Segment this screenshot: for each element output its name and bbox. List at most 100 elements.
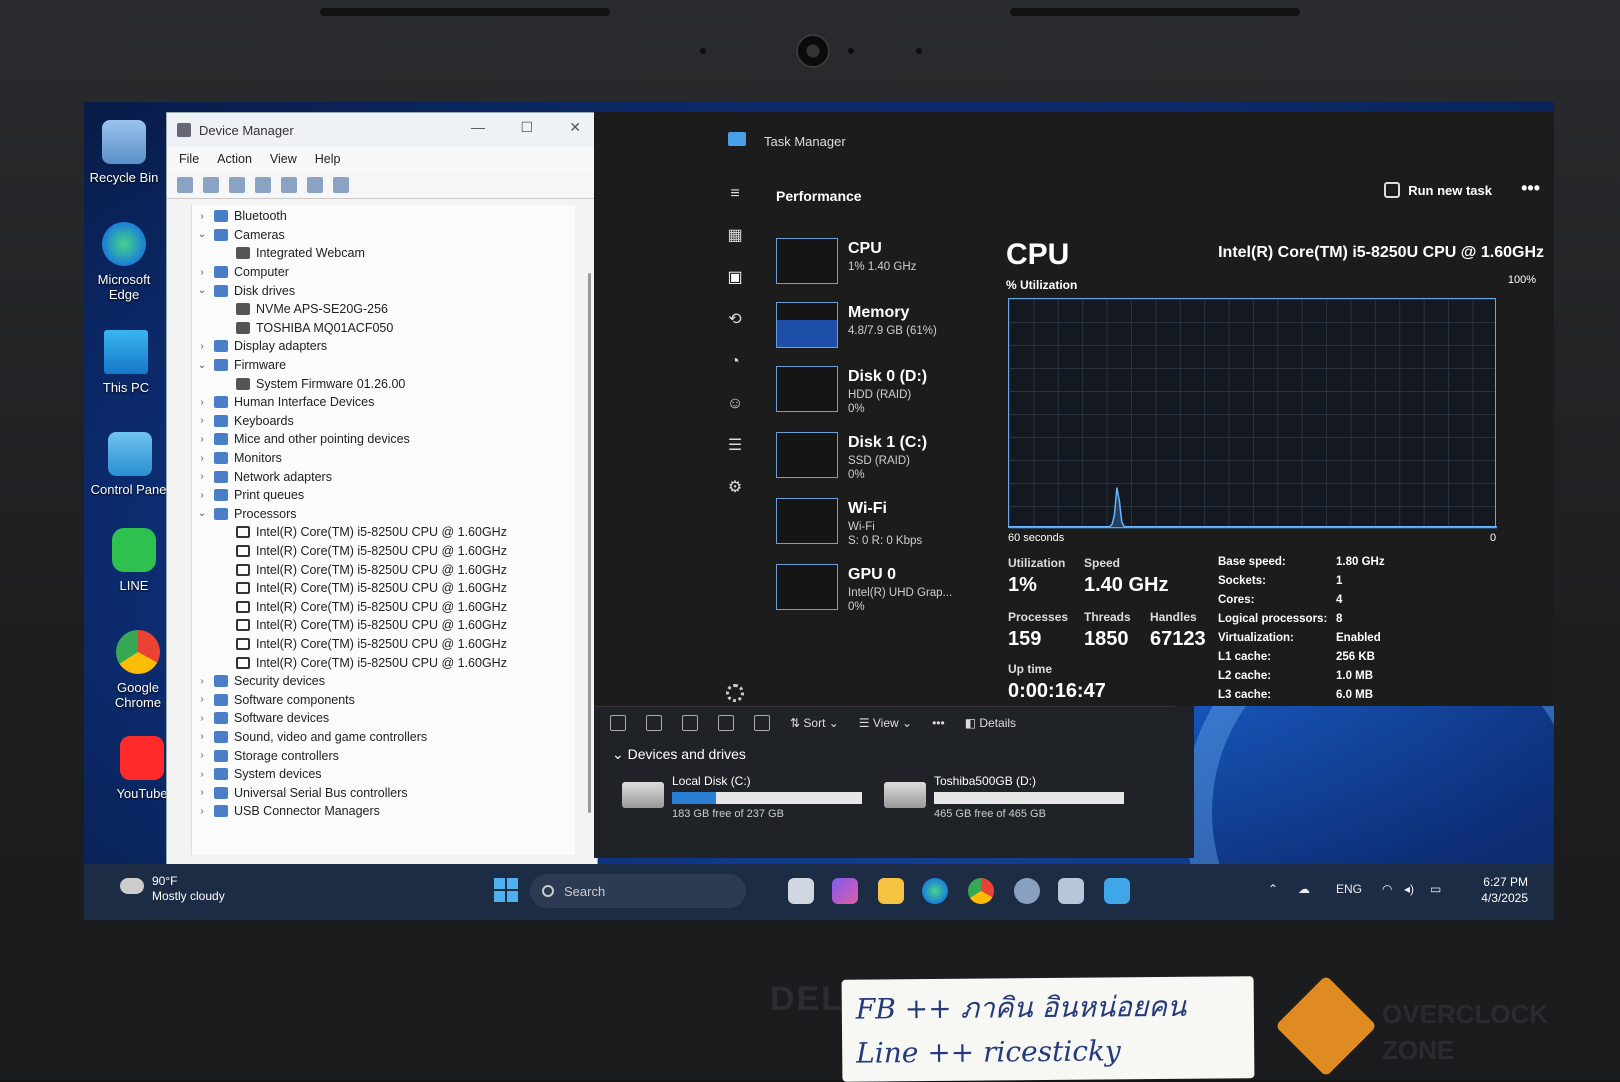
chevron-right-icon[interactable]: › [196, 676, 208, 687]
tree-category-item[interactable]: › Computer [192, 263, 575, 282]
chevron-right-icon[interactable]: › [196, 341, 208, 352]
more-button[interactable]: ••• [932, 716, 945, 730]
settings-icon[interactable] [1014, 878, 1040, 904]
tree-category-item[interactable]: ⌄ Disk drives [192, 281, 575, 300]
delete-icon[interactable] [754, 714, 770, 731]
tree-category-item[interactable]: › Universal Serial Bus controllers [192, 783, 575, 802]
settings-icon[interactable] [726, 684, 744, 702]
chevron-right-icon[interactable]: › [196, 267, 208, 278]
chevron-down-icon[interactable]: ⌄ [196, 285, 208, 296]
drive-d[interactable]: Toshiba500GB (D:) 465 GB free of 465 GB [884, 774, 1134, 822]
desktop-icon-this-pc[interactable]: This PC [86, 330, 166, 395]
chevron-right-icon[interactable]: › [196, 694, 208, 705]
tree-device-item[interactable]: Intel(R) Core(TM) i5-8250U CPU @ 1.60GHz [192, 635, 575, 654]
services-icon[interactable]: ⚙ [726, 480, 744, 496]
search-box[interactable]: Search [530, 874, 746, 908]
tree-device-item[interactable]: Intel(R) Core(TM) i5-8250U CPU @ 1.60GHz [192, 542, 575, 561]
tree-category-item[interactable]: › Security devices [192, 672, 575, 691]
tree-device-item[interactable]: TOSHIBA MQ01ACF050 [192, 319, 575, 338]
view-icon[interactable] [281, 176, 297, 193]
drive-c[interactable]: Local Disk (C:) 183 GB free of 237 GB [622, 774, 872, 822]
properties-icon[interactable] [229, 176, 245, 193]
resource-memory[interactable]: Memory 4.8/7.9 GB (61%) [776, 302, 986, 362]
hamburger-icon[interactable]: ≡ [726, 186, 744, 202]
chrome-icon[interactable] [968, 878, 994, 904]
weather-widget[interactable]: 90°F Mostly cloudy [120, 874, 225, 904]
onedrive-icon[interactable]: ☁ [1298, 882, 1310, 896]
chevron-right-icon[interactable]: › [196, 415, 208, 426]
tree-category-item[interactable]: › Human Interface Devices [192, 393, 575, 412]
minimize-icon[interactable]: — [471, 119, 485, 135]
forward-arrow-icon[interactable] [203, 176, 219, 193]
file-explorer-icon[interactable] [878, 878, 904, 904]
menu-file[interactable]: File [179, 152, 199, 166]
chevron-down-icon[interactable]: ⌄ [196, 508, 208, 519]
tree-device-item[interactable]: Intel(R) Core(TM) i5-8250U CPU @ 1.60GHz [192, 579, 575, 598]
resource-gpu[interactable]: GPU 0 Intel(R) UHD Grap... 0% [776, 564, 986, 624]
device-manager-icon[interactable] [1058, 878, 1084, 904]
tree-category-item[interactable]: › Software devices [192, 709, 575, 728]
tree-device-item[interactable]: Intel(R) Core(TM) i5-8250U CPU @ 1.60GHz [192, 597, 575, 616]
cut-icon[interactable] [610, 714, 626, 731]
wifi-icon[interactable]: ◠ [1382, 882, 1392, 896]
menu-view[interactable]: View [270, 152, 297, 166]
tree-category-item[interactable]: › Monitors [192, 449, 575, 468]
share-icon[interactable] [718, 714, 734, 731]
desktop-icon-edge[interactable]: Microsoft Edge [84, 222, 164, 302]
performance-icon[interactable]: ▣ [726, 270, 744, 286]
run-new-task-button[interactable]: Run new task [1384, 182, 1492, 198]
help-icon[interactable] [255, 176, 271, 193]
language-indicator[interactable]: ENG [1336, 882, 1362, 896]
chevron-right-icon[interactable]: › [196, 490, 208, 501]
tree-category-item[interactable]: › Sound, video and game controllers [192, 728, 575, 747]
chevron-up-icon[interactable]: ⌃ [1268, 882, 1278, 896]
menu-help[interactable]: Help [315, 152, 341, 166]
back-arrow-icon[interactable] [177, 176, 193, 193]
app-history-icon[interactable]: ⟲ [726, 312, 744, 328]
tree-category-item[interactable]: › Bluetooth [192, 207, 575, 226]
chevron-right-icon[interactable]: › [196, 434, 208, 445]
chevron-right-icon[interactable]: › [196, 453, 208, 464]
copy-icon[interactable] [646, 714, 662, 731]
task-view-icon[interactable] [788, 878, 814, 904]
tree-category-item[interactable]: › Software components [192, 690, 575, 709]
tree-category-item[interactable]: › Keyboards [192, 412, 575, 431]
chevron-right-icon[interactable]: › [196, 769, 208, 780]
resource-disk-0[interactable]: Disk 0 (D:) HDD (RAID) 0% [776, 366, 986, 426]
desktop-icon-control-panel[interactable]: Control Panel [90, 432, 170, 497]
resource-wifi[interactable]: Wi-Fi Wi-Fi S: 0 R: 0 Kbps [776, 498, 986, 558]
monitor-icon[interactable] [333, 176, 349, 193]
resource-cpu[interactable]: CPU 1% 1.40 GHz [776, 238, 986, 298]
desktop-icon-line[interactable]: LINE [94, 528, 174, 593]
tree-device-item[interactable]: Intel(R) Core(TM) i5-8250U CPU @ 1.60GHz [192, 616, 575, 635]
resource-disk-1[interactable]: Disk 1 (C:) SSD (RAID) 0% [776, 432, 986, 492]
chevron-down-icon[interactable]: ⌄ [196, 360, 208, 371]
rename-icon[interactable] [682, 714, 698, 731]
chevron-down-icon[interactable]: ⌄ [196, 229, 208, 240]
tree-device-item[interactable]: NVMe APS-SE20G-256 [192, 300, 575, 319]
users-icon[interactable]: ☺ [726, 396, 744, 412]
tree-category-item[interactable]: › Display adapters [192, 337, 575, 356]
tree-category-item[interactable]: › System devices [192, 765, 575, 784]
chevron-right-icon[interactable]: › [196, 471, 208, 482]
chevron-right-icon[interactable]: › [196, 806, 208, 817]
desktop-icon-recycle-bin[interactable]: Recycle Bin [84, 120, 164, 185]
edge-icon[interactable] [922, 878, 948, 904]
tree-category-item[interactable]: ⌄ Cameras [192, 226, 575, 245]
view-button[interactable]: ☰ View ⌄ [859, 716, 912, 730]
chevron-right-icon[interactable]: › [196, 750, 208, 761]
tree-category-item[interactable]: › Storage controllers [192, 746, 575, 765]
section-header[interactable]: ⌄ Devices and drives [612, 746, 746, 763]
clock[interactable]: 6:27 PM 4/3/2025 [1481, 874, 1528, 906]
details-button[interactable]: ◧ Details [965, 716, 1016, 730]
battery-icon[interactable]: ▭ [1430, 882, 1441, 896]
chevron-right-icon[interactable]: › [196, 397, 208, 408]
tree-category-item[interactable]: ⌄ Firmware [192, 356, 575, 375]
task-manager-icon[interactable] [1104, 878, 1130, 904]
chevron-right-icon[interactable]: › [196, 731, 208, 742]
processes-icon[interactable]: ▦ [726, 228, 744, 244]
tree-device-item[interactable]: Intel(R) Core(TM) i5-8250U CPU @ 1.60GHz [192, 560, 575, 579]
tree-category-item[interactable]: ⌄ Processors [192, 505, 575, 524]
more-options-icon[interactable]: ••• [1521, 178, 1540, 199]
tree-category-item[interactable]: › Print queues [192, 486, 575, 505]
